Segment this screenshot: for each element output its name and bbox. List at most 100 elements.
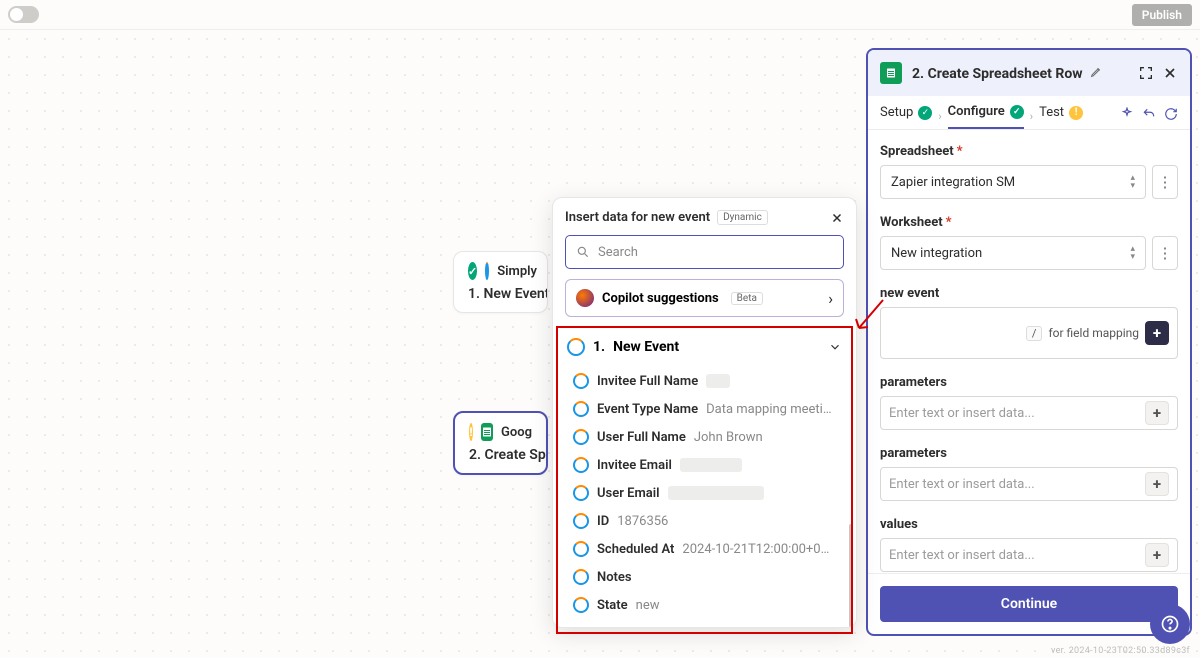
picker-field-item[interactable]: Invitee Email bbox=[561, 451, 848, 479]
redacted-value bbox=[706, 374, 730, 388]
worksheet-value: New integration bbox=[891, 246, 982, 261]
picker-field-item[interactable]: Event Type Name Data mapping meeting bbox=[561, 395, 848, 423]
picker-field-item[interactable]: User Full Name John Brown bbox=[561, 423, 848, 451]
check-icon: ✓ bbox=[468, 262, 477, 280]
field-label-worksheet: Worksheet* bbox=[880, 215, 1178, 230]
workflow-node-trigger[interactable]: ✓ Simply 1. New Event bbox=[453, 251, 548, 313]
app-icon-simplymeet bbox=[567, 338, 585, 356]
chevron-down-icon bbox=[828, 340, 842, 354]
insert-data-button[interactable]: + bbox=[1145, 321, 1169, 345]
field-label-new-event: new event bbox=[880, 286, 1178, 301]
field-menu-button[interactable]: ⋮ bbox=[1152, 165, 1178, 199]
slash-badge: / bbox=[1026, 326, 1043, 341]
refresh-icon[interactable] bbox=[1164, 107, 1178, 121]
worksheet-select[interactable]: New integration ▴▾ bbox=[880, 236, 1146, 270]
insert-data-button[interactable]: + bbox=[1145, 472, 1169, 496]
picker-search-input[interactable]: Search bbox=[565, 235, 844, 269]
field-mapping-hint: for field mapping bbox=[1048, 326, 1139, 340]
dynamic-badge: Dynamic bbox=[717, 210, 768, 225]
check-icon: ✓ bbox=[918, 106, 932, 120]
field-item-label: User Full Name bbox=[597, 430, 686, 445]
app-icon-google-sheets bbox=[481, 423, 493, 441]
picker-field-item[interactable]: State new bbox=[561, 591, 848, 619]
chevron-updown-icon: ▴▾ bbox=[1130, 174, 1135, 190]
picker-field-list: Invitee Full Name Event Type Name Data map… bbox=[553, 367, 856, 627]
beta-badge: Beta bbox=[731, 292, 763, 305]
tab-test[interactable]: Test ! bbox=[1039, 105, 1083, 128]
field-item-label: Invitee Email bbox=[597, 458, 672, 473]
tab-configure[interactable]: Configure ✓ bbox=[948, 104, 1024, 129]
insert-data-button[interactable]: + bbox=[1145, 543, 1169, 567]
field-menu-button[interactable]: ⋮ bbox=[1152, 236, 1178, 270]
new-event-input[interactable]: / for field mapping + bbox=[880, 307, 1178, 359]
tab-setup[interactable]: Setup ✓ bbox=[880, 105, 932, 128]
picker-title: Insert data for new event bbox=[565, 210, 710, 225]
copilot-icon bbox=[576, 289, 594, 307]
panel-header: 2. Create Spreadsheet Row bbox=[868, 50, 1190, 96]
field-item-value: John Brown bbox=[694, 430, 763, 445]
field-item-label: State bbox=[597, 598, 628, 613]
app-icon-simplymeet bbox=[573, 485, 589, 501]
node-app-name: Simply bbox=[497, 264, 537, 279]
close-icon[interactable] bbox=[1162, 65, 1178, 81]
search-icon bbox=[576, 245, 590, 259]
chevron-updown-icon: ▴▾ bbox=[1130, 245, 1135, 261]
picker-field-item[interactable]: Scheduled At2024-10-21T12:00:00+00:00 bbox=[561, 535, 848, 563]
spreadsheet-value: Zapier integration SM bbox=[891, 175, 1015, 190]
close-icon[interactable] bbox=[830, 211, 844, 225]
sparkle-icon[interactable] bbox=[1120, 107, 1134, 121]
app-icon-simplymeet bbox=[573, 597, 589, 613]
field-item-value: 1876356 bbox=[617, 514, 668, 529]
chat-help-icon bbox=[1160, 614, 1180, 634]
app-icon-simplymeet bbox=[573, 401, 589, 417]
field-item-value: Data mapping meeting bbox=[706, 402, 836, 417]
chevron-right-icon: › bbox=[1030, 110, 1033, 123]
step-tabs: Setup ✓ › Configure ✓ › Test ! bbox=[868, 96, 1190, 130]
workflow-node-action[interactable]: ! Goog 2. Create Spr bbox=[453, 411, 548, 475]
undo-icon[interactable] bbox=[1142, 107, 1156, 121]
app-icon-simplymeet bbox=[573, 373, 589, 389]
edit-icon[interactable] bbox=[1090, 65, 1103, 78]
environment-toggle[interactable] bbox=[8, 6, 39, 23]
field-label-parameters: parameters bbox=[880, 446, 1178, 461]
app-icon-simplymeet bbox=[573, 569, 589, 585]
field-item-value: new bbox=[636, 598, 660, 613]
picker-field-item[interactable]: User Email bbox=[561, 479, 848, 507]
panel-title: 2. Create Spreadsheet Row bbox=[912, 65, 1128, 82]
redacted-value bbox=[680, 458, 742, 472]
app-icon-simplymeet bbox=[485, 262, 489, 280]
spreadsheet-select[interactable]: Zapier integration SM ▴▾ bbox=[880, 165, 1146, 199]
picker-step-header[interactable]: 1. New Event bbox=[553, 327, 856, 367]
version-text: ver. 2024-10-23T02:50.33d89c3f bbox=[1051, 646, 1190, 656]
picker-field-item[interactable]: ID 1876356 bbox=[561, 507, 848, 535]
field-item-label: ID bbox=[597, 514, 609, 529]
field-label-parameters: parameters bbox=[880, 375, 1178, 390]
copilot-suggestions-row[interactable]: Copilot suggestions Beta › bbox=[565, 279, 844, 317]
publish-button[interactable]: Publish bbox=[1132, 4, 1192, 26]
picker-field-item[interactable]: Invitee Full Name bbox=[561, 367, 848, 395]
insert-data-button[interactable]: + bbox=[1145, 401, 1169, 425]
app-icon-simplymeet bbox=[573, 513, 589, 529]
values-input[interactable]: Enter text or insert data... + bbox=[880, 538, 1178, 572]
redacted-value bbox=[668, 486, 764, 500]
node-title: New Event bbox=[483, 286, 548, 302]
top-bar: Publish bbox=[0, 0, 1200, 30]
app-icon-simplymeet bbox=[573, 541, 589, 557]
field-item-label: Notes bbox=[597, 570, 632, 585]
expand-icon[interactable] bbox=[1138, 65, 1154, 81]
field-label-spreadsheet: Spreadsheet* bbox=[880, 144, 1178, 159]
check-icon: ✓ bbox=[1010, 105, 1024, 119]
warning-icon: ! bbox=[1069, 106, 1083, 120]
field-item-label: Event Type Name bbox=[597, 402, 698, 417]
continue-button[interactable]: Continue bbox=[880, 586, 1178, 622]
node-app-name: Goog bbox=[501, 425, 532, 440]
app-icon-simplymeet bbox=[573, 457, 589, 473]
scrollbar[interactable] bbox=[849, 524, 853, 617]
parameters-input-2[interactable]: Enter text or insert data... + bbox=[880, 467, 1178, 501]
help-chat-button[interactable] bbox=[1150, 604, 1190, 644]
field-item-label: Invitee Full Name bbox=[597, 374, 698, 389]
panel-footer: Continue bbox=[868, 573, 1190, 634]
chevron-right-icon: › bbox=[828, 289, 833, 308]
picker-field-item[interactable]: Notes bbox=[561, 563, 848, 591]
parameters-input-1[interactable]: Enter text or insert data... + bbox=[880, 396, 1178, 430]
